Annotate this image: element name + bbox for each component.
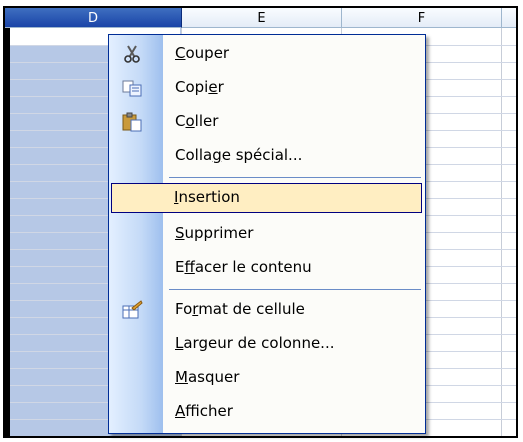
selection-border <box>5 28 10 436</box>
column-header-row: D E F <box>5 8 516 28</box>
paste-icon <box>122 112 142 132</box>
menu-item-label: Largeur de colonne... <box>175 334 335 352</box>
menu-item-delete[interactable]: Supprimer <box>111 219 422 249</box>
format-cells-icon <box>122 300 143 319</box>
menu-item-format-cells[interactable]: Format de cellule <box>111 295 422 325</box>
row-gridline <box>5 436 516 437</box>
column-header-g[interactable] <box>502 8 516 28</box>
menu-separator <box>169 177 421 178</box>
column-header-e[interactable]: E <box>182 8 342 28</box>
menu-item-label: Afficher <box>175 402 233 420</box>
menu-item-column-width[interactable]: Largeur de colonne... <box>111 329 422 359</box>
menu-separator <box>169 289 421 290</box>
menu-item-label: Couper <box>175 44 230 62</box>
menu-item-copy[interactable]: Copier <box>111 73 422 103</box>
column-header-f[interactable]: F <box>342 8 502 28</box>
menu-item-label: Coller <box>175 112 219 130</box>
menu-item-cut[interactable]: Couper <box>111 39 422 69</box>
menu-item-label: Masquer <box>175 368 240 386</box>
menu-item-unhide[interactable]: Afficher <box>111 397 422 427</box>
menu-item-paste[interactable]: Coller <box>111 107 422 137</box>
column-header-d[interactable]: D <box>5 8 182 28</box>
menu-item-label: Format de cellule <box>175 300 305 318</box>
menu-item-hide[interactable]: Masquer <box>111 363 422 393</box>
copy-icon <box>122 80 142 97</box>
menu-item-label: Supprimer <box>175 224 254 242</box>
context-menu: Couper Copier Coller Collage spécial... … <box>108 34 426 434</box>
menu-item-label: Copier <box>175 78 224 96</box>
scissors-icon <box>124 45 140 63</box>
menu-item-label: Collage spécial... <box>175 146 303 164</box>
menu-item-label: Insertion <box>174 188 240 206</box>
menu-item-paste-special[interactable]: Collage spécial... <box>111 141 422 171</box>
menu-item-label: Effacer le contenu <box>175 258 312 276</box>
menu-item-clear-contents[interactable]: Effacer le contenu <box>111 253 422 283</box>
menu-item-insert[interactable]: Insertion <box>111 183 422 213</box>
